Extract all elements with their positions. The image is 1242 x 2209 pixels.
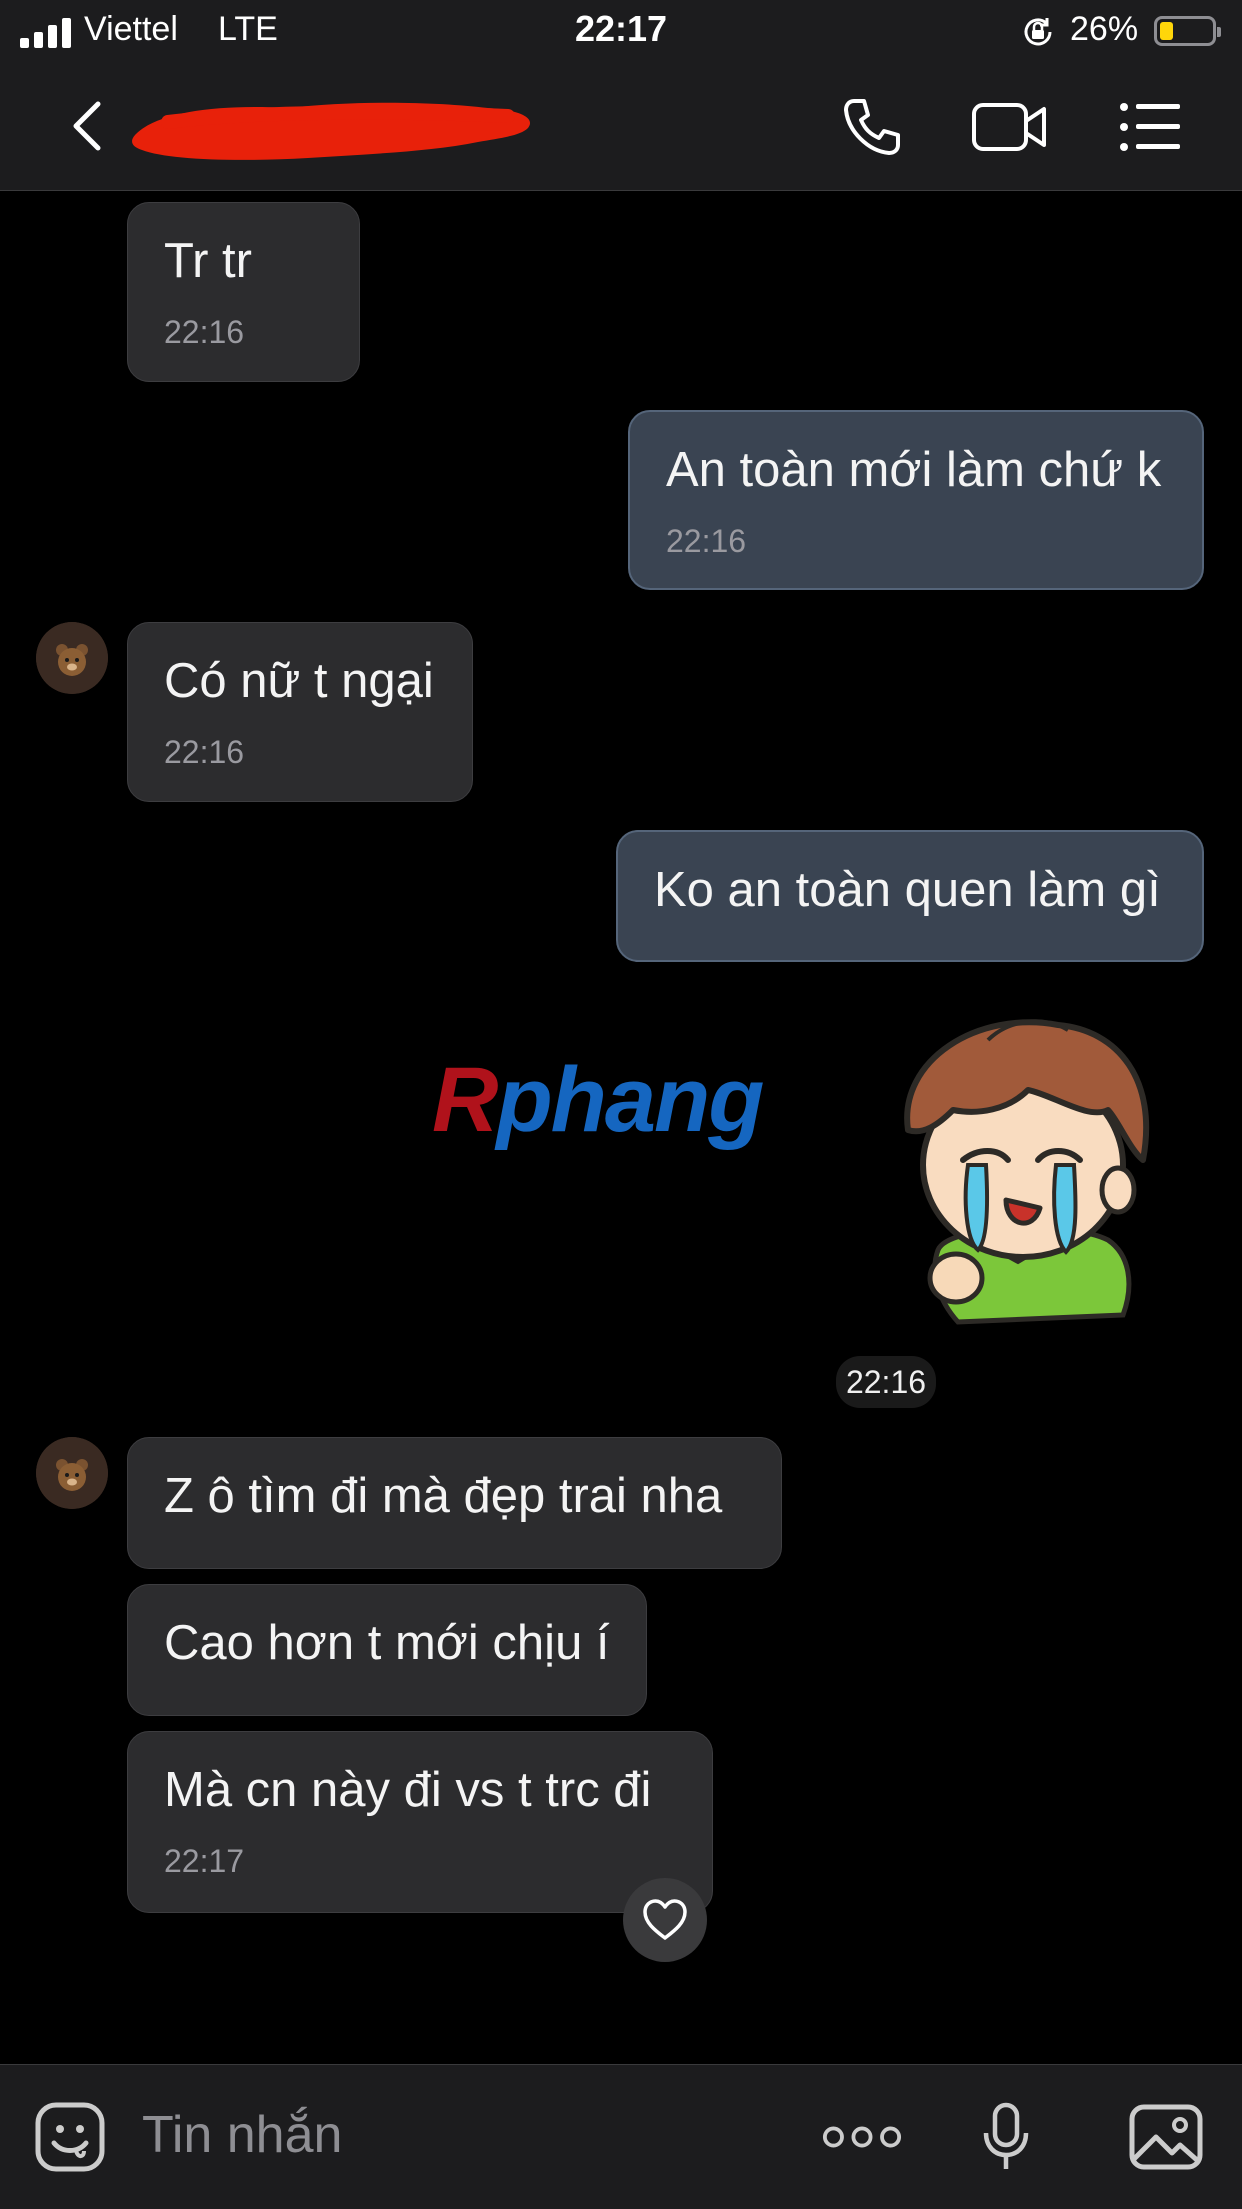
message-composer: Tin nhắn [0, 2064, 1242, 2209]
incoming-message[interactable]: Z ô tìm đi mà đẹp trai nha [127, 1437, 782, 1569]
video-call-button[interactable] [970, 92, 1050, 162]
more-options-button[interactable] [822, 2097, 902, 2177]
battery-icon [1154, 16, 1221, 46]
message-text: Mà cn này đi vs t trc đi [164, 1763, 652, 1817]
emoji-icon [35, 2102, 105, 2172]
message-text: Cao hơn t mới chịu í [164, 1616, 610, 1670]
message-text: An toàn mới làm chứ k [666, 443, 1162, 497]
sticker-time: 22:16 [836, 1356, 936, 1408]
chat-header [0, 66, 1242, 191]
phone-icon [844, 99, 900, 155]
message-input[interactable]: Tin nhắn [142, 2105, 342, 2165]
sticker-button[interactable] [30, 2097, 110, 2177]
message-text: Có nữ t ngại [164, 654, 434, 708]
watermark-first-letter: R [432, 1049, 498, 1151]
heart-icon [643, 1899, 687, 1940]
image-gallery-icon [1129, 2104, 1203, 2170]
message-text: Ko an toàn quen làm gì [654, 863, 1161, 917]
message-text: Tr tr [164, 234, 252, 288]
watermark-rest: phang [496, 1049, 764, 1151]
incoming-message[interactable]: Tr tr 22:16 [127, 202, 360, 382]
message-time: 22:17 [164, 1843, 245, 1879]
incoming-message[interactable]: Có nữ t ngại 22:16 [127, 622, 473, 802]
voice-message-button[interactable] [966, 2097, 1046, 2177]
watermark-logo: Rphang [432, 1048, 764, 1153]
message-time: 22:16 [164, 734, 245, 770]
back-chevron-icon[interactable] [60, 96, 120, 156]
incoming-message[interactable]: Cao hơn t mới chịu í [127, 1584, 647, 1716]
outgoing-message[interactable]: An toàn mới làm chứ k 22:16 [628, 410, 1204, 590]
rotation-lock-icon [1024, 18, 1052, 46]
more-dots-icon [822, 2126, 902, 2148]
redacted-contact-name [132, 102, 531, 160]
contact-avatar[interactable] [36, 1437, 108, 1509]
microphone-icon [983, 2102, 1029, 2169]
contact-avatar[interactable] [36, 622, 108, 694]
voice-call-button[interactable] [832, 92, 912, 162]
bear-avatar-icon [36, 622, 108, 694]
chat-menu-button[interactable] [1110, 92, 1190, 162]
bear-avatar-icon [36, 1437, 108, 1509]
crying-boy-sticker[interactable] [868, 1000, 1158, 1330]
message-time: 22:16 [666, 523, 747, 559]
message-time: 22:16 [164, 314, 245, 350]
outgoing-message[interactable]: Ko an toàn quen làm gì [616, 830, 1204, 962]
message-text: Z ô tìm đi mà đẹp trai nha [164, 1469, 723, 1523]
list-menu-icon [1120, 103, 1180, 151]
photo-button[interactable] [1126, 2097, 1206, 2177]
video-camera-icon [972, 103, 1046, 151]
incoming-message[interactable]: Mà cn này đi vs t trc đi 22:17 [127, 1731, 713, 1913]
battery-fill [1160, 22, 1173, 40]
react-button[interactable] [623, 1878, 707, 1962]
battery-percent: 26% [1070, 10, 1139, 48]
status-bar: Viettel LTE 22:17 26% [0, 0, 1242, 66]
